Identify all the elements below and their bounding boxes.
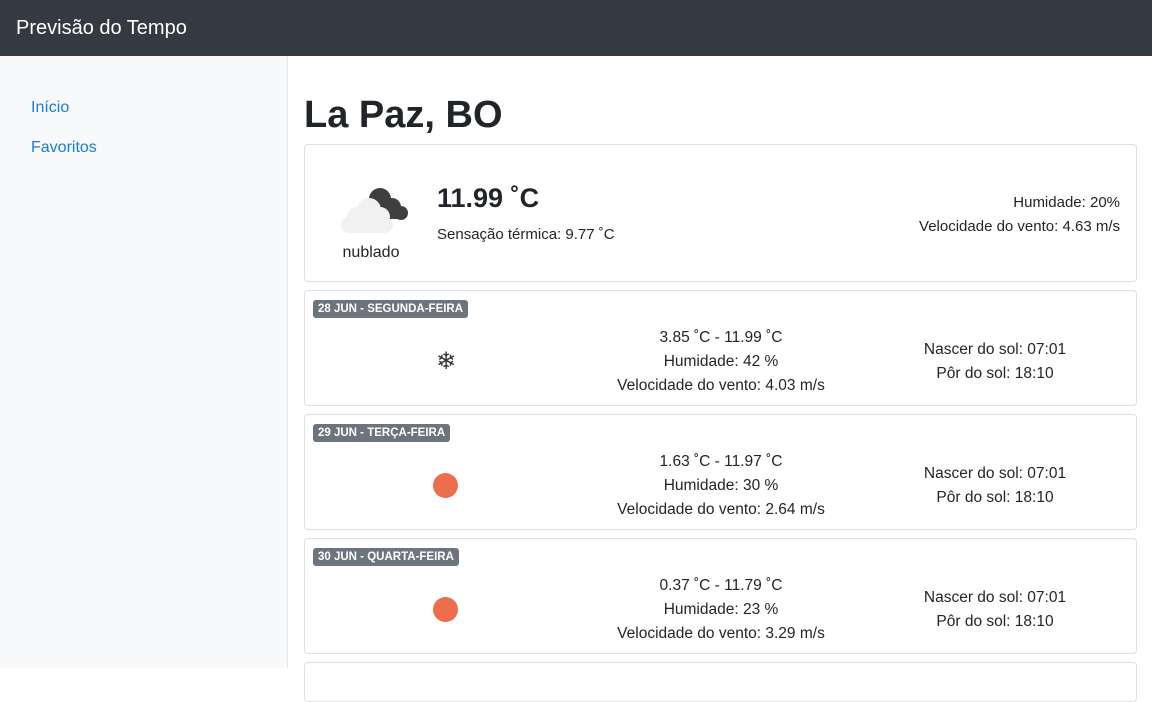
sunset: Pôr do sol: 18:10 [936, 365, 1054, 382]
weather-description: nublado [342, 244, 400, 261]
date-badge: 28 JUN - SEGUNDA-FEIRA [313, 300, 469, 318]
current-weather-card: nublado 11.99 ˚C Sensação térmica: 9.77 … [304, 144, 1137, 282]
sun-times: Nascer do sol: 07:01 Pôr do sol: 18:10 [895, 462, 1095, 510]
date-badge: 29 JUN - TERÇA-FEIRA [313, 424, 451, 442]
wind-speed: Velocidade do vento: 4.03 m/s [617, 377, 825, 394]
page-title: La Paz, BO [304, 94, 503, 136]
navbar: Previsão do Tempo [0, 0, 1152, 56]
current-humidity: Humidade: 20% [1013, 194, 1120, 211]
app-title[interactable]: Previsão do Tempo [16, 17, 187, 40]
humidity: Humidade: 30 % [663, 477, 779, 494]
forecast-details: 1.63 ˚C - 11.97 ˚C Humidade: 30 % Veloci… [565, 450, 877, 522]
sun-icon [433, 473, 458, 498]
sun-times: Nascer do sol: 07:01 Pôr do sol: 18:10 [895, 338, 1095, 386]
sidebar-item-favoritos[interactable]: Favoritos [0, 136, 287, 176]
sidebar-item-inicio[interactable]: Início [0, 96, 287, 136]
wind-speed: Velocidade do vento: 3.29 m/s [617, 625, 825, 642]
temp-range: 1.63 ˚C - 11.97 ˚C [659, 453, 783, 470]
sidebar: Início Favoritos [0, 56, 288, 668]
sun-icon [433, 597, 458, 622]
sunset: Pôr do sol: 18:10 [936, 613, 1054, 630]
snowflake-icon: ❄ [435, 348, 457, 375]
temp-range: 0.37 ˚C - 11.79 ˚C [659, 577, 783, 594]
sunset: Pôr do sol: 18:10 [936, 489, 1054, 506]
feels-like: Sensação térmica: 9.77 ˚C [437, 226, 615, 243]
wind-speed: Velocidade do vento: 2.64 m/s [617, 501, 825, 518]
sunrise: Nascer do sol: 07:01 [923, 465, 1067, 482]
forecast-day-card-partial [304, 662, 1137, 702]
sunrise: Nascer do sol: 07:01 [923, 589, 1067, 606]
current-temperature: 11.99 ˚C [437, 183, 540, 213]
humidity: Humidade: 23 % [663, 601, 779, 618]
humidity: Humidade: 42 % [663, 353, 779, 370]
cloudy-icon [341, 188, 408, 233]
sun-times: Nascer do sol: 07:01 Pôr do sol: 18:10 [895, 586, 1095, 634]
sunrise: Nascer do sol: 07:01 [923, 341, 1067, 358]
forecast-day-card: 30 JUN - QUARTA-FEIRA 0.37 ˚C - 11.79 ˚C… [304, 538, 1137, 654]
current-details: Humidade: 20% Velocidade do vento: 4.63 … [919, 191, 1120, 239]
date-badge: 30 JUN - QUARTA-FEIRA [313, 548, 459, 566]
forecast-day-card: 28 JUN - SEGUNDA-FEIRA ❄ 3.85 ˚C - 11.99… [304, 290, 1137, 406]
forecast-details: 3.85 ˚C - 11.99 ˚C Humidade: 42 % Veloci… [565, 326, 877, 398]
forecast-details: 0.37 ˚C - 11.79 ˚C Humidade: 23 % Veloci… [565, 574, 877, 646]
main-content: La Paz, BO nublado 11.99 ˚C Sensação tér… [304, 56, 1137, 702]
forecast-day-card: 29 JUN - TERÇA-FEIRA 1.63 ˚C - 11.97 ˚C … [304, 414, 1137, 530]
temp-range: 3.85 ˚C - 11.99 ˚C [659, 329, 783, 346]
current-wind: Velocidade do vento: 4.63 m/s [919, 218, 1120, 235]
